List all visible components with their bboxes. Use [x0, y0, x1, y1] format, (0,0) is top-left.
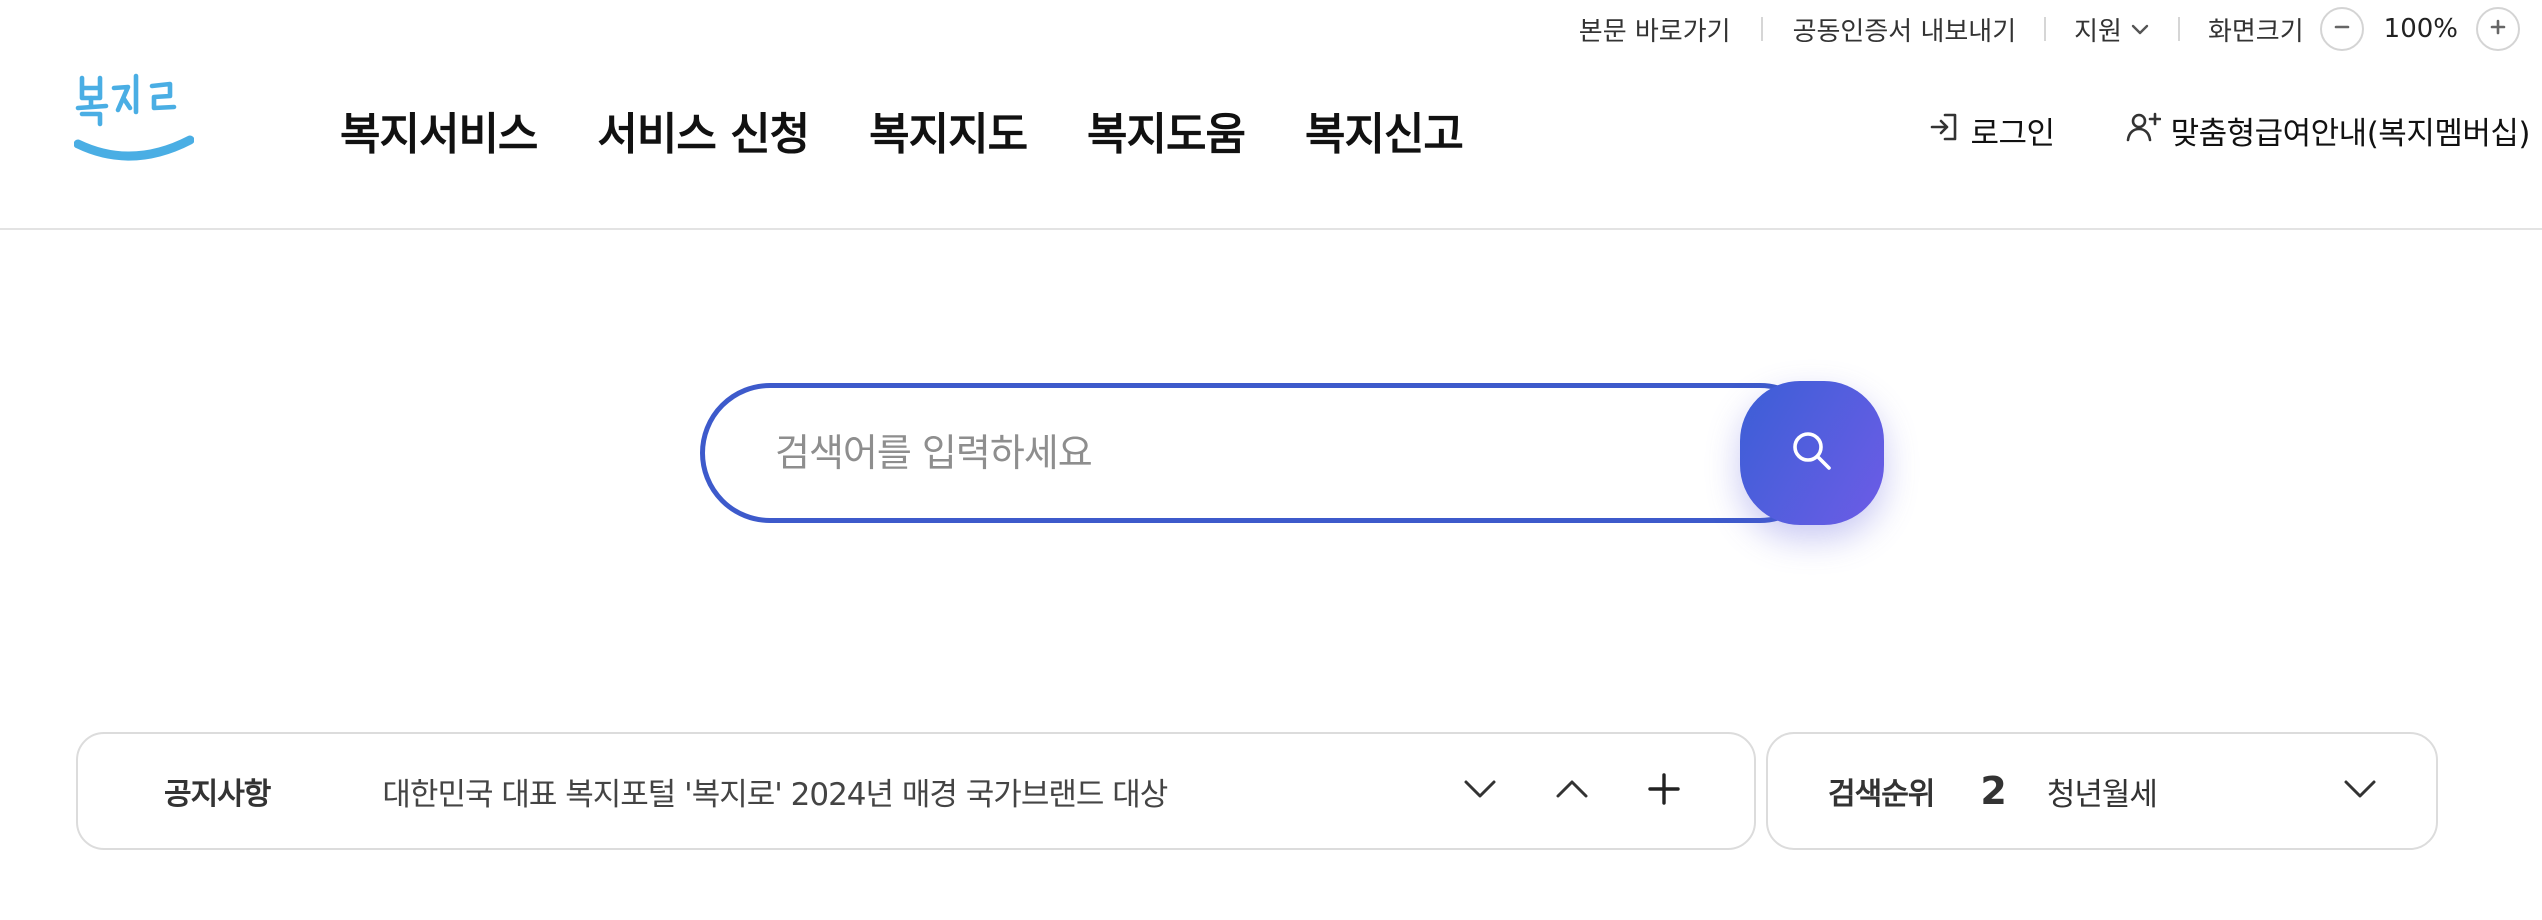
search-ranking-panel: 검색순위 2 청년월세 — [1766, 732, 2438, 850]
nav-welfare-map[interactable]: 복지지도 — [869, 98, 1028, 162]
nav-welfare-help[interactable]: 복지도움 — [1087, 98, 1246, 162]
cert-export-link[interactable]: 공동인증서 내보내기 — [1793, 11, 2017, 48]
site-logo[interactable] — [73, 66, 195, 176]
membership-link[interactable]: 맞춤형급여안내(복지멤버십) — [2125, 108, 2531, 153]
notice-panel: 공지사항 대한민국 대표 복지포털 '복지로' 2024년 매경 국가브랜드 대… — [76, 732, 1756, 850]
notice-more-button[interactable] — [1646, 773, 1682, 809]
search-button[interactable] — [1740, 381, 1884, 525]
support-dropdown[interactable]: 지원 — [2074, 11, 2150, 48]
zoom-out-button[interactable] — [2319, 7, 2364, 51]
nav-welfare-service[interactable]: 복지서비스 — [340, 98, 538, 162]
chevron-down-icon — [1463, 778, 1497, 804]
ranking-expand-button[interactable] — [2342, 773, 2378, 809]
main-nav: 복지서비스 서비스 신청 복지지도 복지도움 복지신고 — [340, 98, 1464, 162]
notice-prev-button[interactable] — [1554, 773, 1590, 809]
site-header: 복지서비스 서비스 신청 복지지도 복지도움 복지신고 로그인 맞춤형급여안내(… — [0, 58, 2542, 230]
search-icon — [1787, 426, 1837, 480]
chevron-down-icon — [2130, 14, 2150, 44]
support-label: 지원 — [2074, 16, 2122, 47]
ranking-title: 검색순위 — [1828, 777, 1935, 812]
notice-controls — [1462, 773, 1682, 809]
nav-welfare-report[interactable]: 복지신고 — [1305, 98, 1464, 162]
chevron-down-icon — [2343, 778, 2377, 804]
plus-icon — [2488, 14, 2508, 44]
logo-mark — [73, 73, 195, 161]
skip-to-content-link[interactable]: 본문 바로가기 — [1579, 11, 1731, 48]
divider — [2044, 17, 2047, 41]
ranking-keyword-link[interactable]: 청년월세 — [2047, 769, 2158, 814]
member-menu: 로그인 맞춤형급여안내(복지멤버십) — [1927, 108, 2531, 153]
notice-title: 공지사항 — [164, 777, 271, 812]
user-plus-icon — [2125, 110, 2171, 152]
plus-icon — [1647, 772, 1681, 810]
search-area — [700, 381, 1884, 525]
login-icon — [1927, 110, 1971, 152]
membership-label: 맞춤형급여안내(복지멤버십) — [2170, 116, 2531, 152]
notice-headline-link[interactable]: 대한민국 대표 복지포털 '복지로' 2024년 매경 국가브랜드 대상 — [382, 769, 1168, 814]
search-box — [700, 383, 1830, 523]
login-link[interactable]: 로그인 — [1927, 108, 2055, 153]
divider — [1760, 17, 1763, 41]
notice-next-button[interactable] — [1462, 773, 1498, 809]
zoom-label: 화면크기 — [2207, 16, 2304, 47]
zoom-in-button[interactable] — [2476, 7, 2520, 51]
login-label: 로그인 — [1970, 116, 2056, 152]
search-input[interactable] — [775, 388, 1675, 518]
ranking-number: 2 — [1980, 769, 2007, 813]
zoom-value: 100% — [2383, 14, 2458, 44]
minus-icon — [2332, 14, 2352, 44]
utility-bar: 본문 바로가기 공동인증서 내보내기 지원 화면크기 100% — [1579, 0, 2542, 58]
divider — [2177, 17, 2180, 41]
chevron-up-icon — [1555, 778, 1589, 804]
nav-service-apply[interactable]: 서비스 신청 — [597, 98, 810, 162]
